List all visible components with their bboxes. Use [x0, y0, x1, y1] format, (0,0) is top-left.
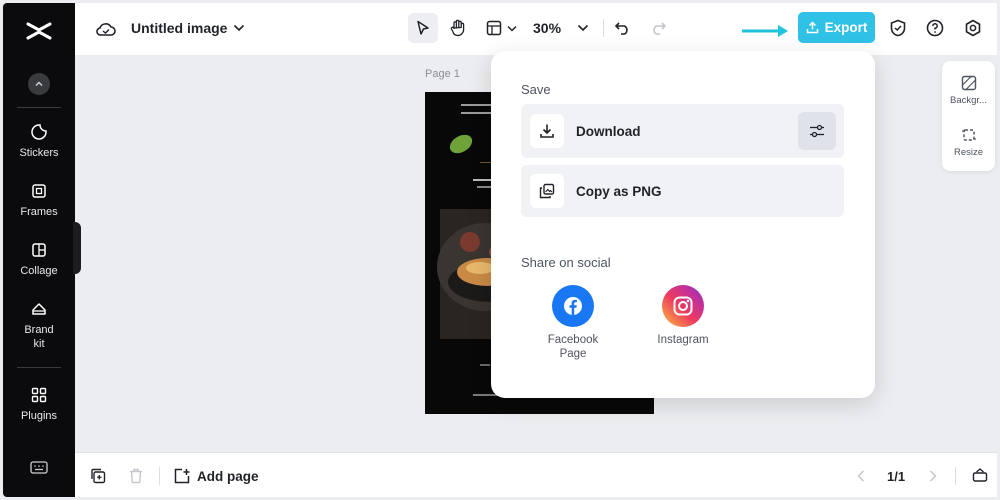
zoom-dropdown-chevron-icon[interactable] — [575, 19, 591, 37]
sidebar-item-frames[interactable]: Frames — [3, 182, 75, 219]
layout-tool-button[interactable] — [481, 13, 521, 43]
sidebar-item-brand-kit[interactable]: Brand kit — [3, 300, 75, 351]
export-button-label: Export — [824, 20, 868, 35]
save-heading: Save — [521, 82, 551, 97]
share-heading: Share on social — [521, 255, 611, 270]
instagram-icon — [662, 285, 704, 327]
brand-kit-icon — [32, 303, 46, 315]
add-page-label: Add page — [197, 468, 259, 484]
download-settings-button[interactable] — [798, 112, 836, 150]
upload-icon — [806, 21, 818, 34]
title-dropdown-chevron-icon[interactable] — [231, 19, 247, 37]
zoom-level[interactable]: 30% — [533, 17, 561, 39]
resize-tool-label: Resize — [953, 147, 984, 158]
instagram-label: Instagram — [657, 334, 709, 346]
cursor-pointer-icon — [417, 20, 429, 35]
bottom-toolbar: Add page 1/1 — [75, 452, 997, 497]
plugins-grid-icon — [31, 387, 47, 403]
keyboard-shortcuts-icon[interactable] — [30, 461, 48, 480]
sidebar-item-collage[interactable]: Collage — [3, 241, 75, 278]
copy-as-png-option[interactable]: Copy as PNG — [521, 165, 844, 217]
download-label: Download — [576, 123, 641, 139]
resize-tool-button[interactable]: Resize — [942, 127, 995, 158]
right-tools-panel: Backgr... Resize — [942, 61, 995, 171]
sidebar-item-plugins[interactable]: Plugins — [3, 386, 75, 423]
add-page-icon — [174, 468, 190, 484]
add-page-button[interactable]: Add page — [174, 465, 259, 487]
frames-icon — [32, 184, 46, 198]
next-page-icon[interactable] — [925, 467, 941, 485]
stickers-icon — [31, 124, 47, 140]
sidebar-item-label: Frames — [20, 206, 58, 218]
chevron-down-icon — [506, 25, 517, 32]
capcut-logo-icon[interactable] — [25, 17, 53, 45]
page-label: Page 1 — [425, 68, 460, 80]
export-button[interactable]: Export — [798, 12, 875, 43]
sidebar-item-label: Collage — [20, 265, 58, 277]
background-tool-label: Backgr... — [950, 95, 987, 106]
settings-gear-icon[interactable] — [963, 17, 983, 39]
select-tool-button[interactable] — [408, 13, 438, 43]
facebook-page-label: Facebook Page — [547, 334, 599, 360]
share-instagram[interactable]: Instagram — [638, 285, 728, 347]
help-icon[interactable] — [925, 17, 945, 39]
top-toolbar: Untitled image 30% Export — [75, 3, 997, 55]
page-counter: 1/1 — [887, 468, 906, 484]
shield-icon[interactable] — [888, 17, 908, 39]
duplicate-page-icon[interactable] — [88, 466, 108, 486]
pointer-arrow-icon — [742, 25, 788, 37]
page-panel-toggle-icon[interactable] — [970, 465, 990, 485]
hand-icon — [450, 19, 465, 37]
copy-image-icon — [530, 174, 564, 208]
collapse-chevron-icon[interactable] — [28, 73, 50, 95]
download-option[interactable]: Download — [521, 104, 844, 158]
previous-page-icon[interactable] — [853, 467, 869, 485]
sliders-icon — [810, 124, 824, 138]
redo-icon[interactable] — [647, 17, 669, 39]
sidebar-item-label: Plugins — [20, 410, 58, 422]
facebook-icon — [552, 285, 594, 327]
background-icon — [961, 75, 976, 91]
sidebar-divider — [17, 107, 61, 108]
resize-icon — [961, 129, 976, 141]
export-menu: Save Download Copy as PNG Share on socia… — [491, 51, 875, 398]
sidebar-item-label: Brand kit — [24, 324, 54, 350]
cloud-sync-icon[interactable] — [95, 19, 117, 39]
background-tool-button[interactable]: Backgr... — [942, 75, 995, 106]
left-sidebar: Stickers Frames Collage Brand kit Plugin… — [3, 3, 75, 497]
toolbar-divider — [603, 19, 604, 37]
share-facebook-page[interactable]: Facebook Page — [528, 285, 618, 361]
bottom-divider — [159, 467, 160, 485]
delete-page-icon[interactable] — [126, 466, 146, 486]
document-title[interactable]: Untitled image — [131, 17, 227, 39]
sidebar-divider — [17, 367, 61, 368]
undo-icon[interactable] — [612, 17, 634, 39]
copy-as-png-label: Copy as PNG — [576, 183, 662, 199]
sidebar-item-label: Stickers — [19, 147, 59, 159]
collage-icon — [32, 243, 46, 257]
layout-icon — [486, 20, 501, 36]
sidebar-item-stickers[interactable]: Stickers — [3, 123, 75, 160]
hand-tool-button[interactable] — [443, 13, 473, 43]
bottom-divider — [955, 467, 956, 485]
download-icon — [530, 114, 564, 148]
